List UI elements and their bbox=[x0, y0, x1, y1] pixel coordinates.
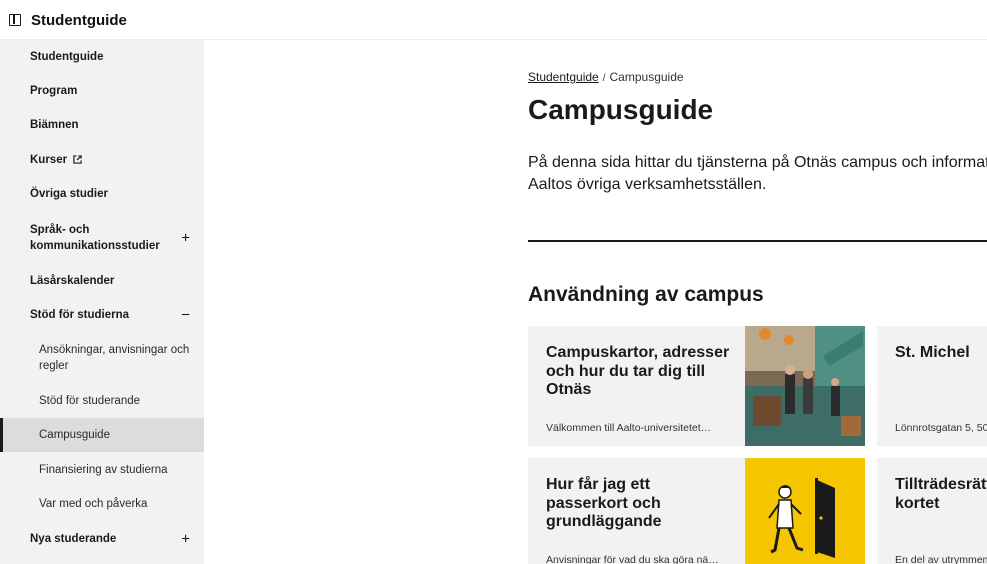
expand-icon[interactable]: + bbox=[181, 231, 190, 246]
main-content: Studentguide / Campusguide Campusguide På … bbox=[528, 40, 987, 564]
card-title: Tillträdesrätt och HRT-kortet bbox=[895, 476, 987, 512]
card-title: Hur får jag ett passerkort och grundlägg… bbox=[546, 476, 662, 530]
card-title: Campuskartor, adresser och hur du tar di… bbox=[546, 344, 730, 398]
campus-lobby-photo bbox=[745, 326, 865, 446]
card-title: St. Michel bbox=[895, 344, 970, 361]
sidebar-item-label: Program bbox=[30, 85, 78, 97]
sidebar-item-stod-for-studerande[interactable]: Stöd för studerande bbox=[0, 384, 204, 418]
sidebar-item-label: Biämnen bbox=[30, 119, 79, 131]
sidebar-item-label: Stöd för studierna bbox=[30, 309, 130, 321]
sidebar-item-nya-studerande[interactable]: Nya studerande + bbox=[0, 522, 204, 556]
sidebar-item-lasarskalender[interactable]: Läsårskalender bbox=[0, 264, 204, 298]
sidebar-item-program[interactable]: Program bbox=[0, 74, 204, 108]
collapse-icon[interactable]: − bbox=[181, 308, 190, 323]
divider bbox=[528, 240, 987, 242]
page-title: Campusguide bbox=[528, 94, 714, 125]
sidebar-item-campusguide[interactable]: Campusguide bbox=[0, 418, 204, 452]
sidebar-item-label: Ansökningar, anvisningar och regler bbox=[39, 344, 190, 372]
sidebar-item-biamnen[interactable]: Biämnen bbox=[0, 108, 204, 142]
card-campuskartor[interactable]: Campuskartor, adresser och hur du tar di… bbox=[528, 326, 865, 446]
expand-icon[interactable]: + bbox=[181, 532, 190, 547]
sidebar-item-label: Studentguide bbox=[30, 51, 104, 63]
sidebar-item-ansokningar[interactable]: Ansökningar, anvisningar och regler bbox=[0, 340, 204, 376]
breadcrumb: Studentguide / Campusguide bbox=[528, 70, 684, 84]
sidebar-item-label: Kurser bbox=[0, 152, 82, 168]
card-description: Välkommen till Aalto-universitetet… bbox=[546, 422, 712, 434]
card-passerkort[interactable]: Hur får jag ett passerkort och grundlägg… bbox=[528, 458, 865, 564]
sidebar: Studentguide Program Biämnen Kurser Övri… bbox=[0, 40, 204, 564]
sidebar-item-ovriga-studier[interactable]: Övriga studier bbox=[0, 177, 204, 211]
card-description: Anvisningar för vad du ska göra nä… bbox=[546, 554, 719, 564]
sidebar-item-label: Läsårskalender bbox=[30, 275, 115, 287]
person-entering-door-illustration bbox=[745, 458, 865, 564]
sidebar-item-finansiering[interactable]: Finansiering av studierna bbox=[0, 453, 204, 487]
section-title: Användning av campus bbox=[528, 283, 764, 306]
sidebar-item-sprak[interactable]: Språk- och kommunikationsstudier + bbox=[0, 220, 204, 256]
sidebar-toggle-icon[interactable] bbox=[9, 14, 21, 26]
card-description: Lönnrotsgatan 5, 50100 S:t Michel bbox=[895, 422, 987, 434]
sidebar-item-kurser[interactable]: Kurser bbox=[0, 143, 204, 177]
sidebar-item-label: Campusguide bbox=[39, 429, 110, 441]
sidebar-item-var-med[interactable]: Var med och påverka bbox=[0, 487, 204, 521]
external-link-icon bbox=[73, 155, 82, 164]
breadcrumb-current: Campusguide bbox=[609, 70, 684, 84]
sidebar-item-label: Språk- och kommunikationsstudier bbox=[30, 224, 160, 252]
sidebar-item-label: Stöd för studerande bbox=[39, 395, 141, 407]
sidebar-item-label: Övriga studier bbox=[30, 188, 108, 200]
card-st-michel[interactable]: St. Michel Lönnrotsgatan 5, 50100 S:t Mi… bbox=[877, 326, 987, 446]
sidebar-item-stod-for-studierna[interactable]: Stöd för studierna − bbox=[0, 298, 204, 332]
app-title[interactable]: Studentguide bbox=[31, 12, 127, 29]
card-description: En del av utrymmena på campus bbox=[895, 554, 987, 564]
sidebar-item-label: Nya studerande bbox=[30, 533, 117, 545]
sidebar-item-label: Finansiering av studierna bbox=[39, 464, 168, 476]
breadcrumb-separator: / bbox=[602, 73, 606, 84]
breadcrumb-link-studentguide[interactable]: Studentguide bbox=[528, 70, 599, 84]
top-bar: Studentguide bbox=[0, 0, 987, 40]
sidebar-item-studentguide[interactable]: Studentguide bbox=[0, 40, 204, 74]
sidebar-item-label: Var med och påverka bbox=[39, 498, 148, 510]
intro-text: På denna sida hittar du tjänsterna på Ot… bbox=[528, 154, 987, 193]
card-tilltradesratt[interactable]: Tillträdesrätt och HRT-kortet En del av … bbox=[877, 458, 987, 564]
